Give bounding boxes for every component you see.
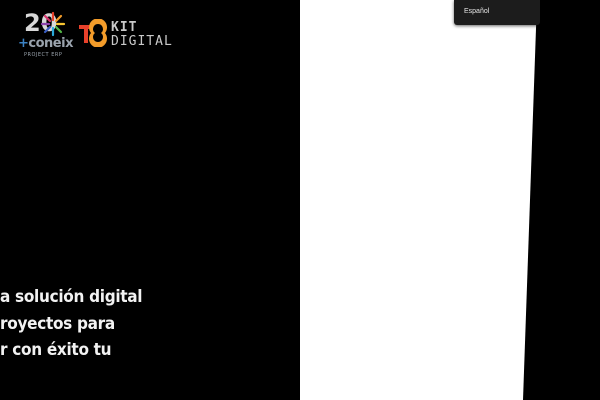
kit-digital-line2: DIGITAL — [111, 34, 173, 49]
language-dropdown[interactable]: Español — [454, 0, 540, 25]
hero-headline-line-3: r con éxito tu — [0, 340, 112, 360]
coneix-logo-name: +coneix — [18, 36, 73, 51]
language-option-espanol[interactable]: Español — [464, 8, 489, 15]
coneix-burst-icon — [40, 11, 66, 37]
coneix-logo[interactable]: 20 +coneix PROJECT ERP — [18, 10, 74, 60]
kit-digital-mark-icon — [79, 19, 107, 47]
kit-digital-line1: KIT — [111, 20, 138, 35]
hero-headline-line-2: royectos para — [0, 313, 115, 334]
hero-headline: a solución digital royectos para r con é… — [0, 284, 300, 364]
hero-headline-line-1: a solución digital — [0, 287, 143, 307]
kit-digital-logo[interactable]: KIT DIGITAL — [77, 18, 172, 50]
coneix-logo-subtitle: PROJECT ERP — [24, 52, 63, 58]
